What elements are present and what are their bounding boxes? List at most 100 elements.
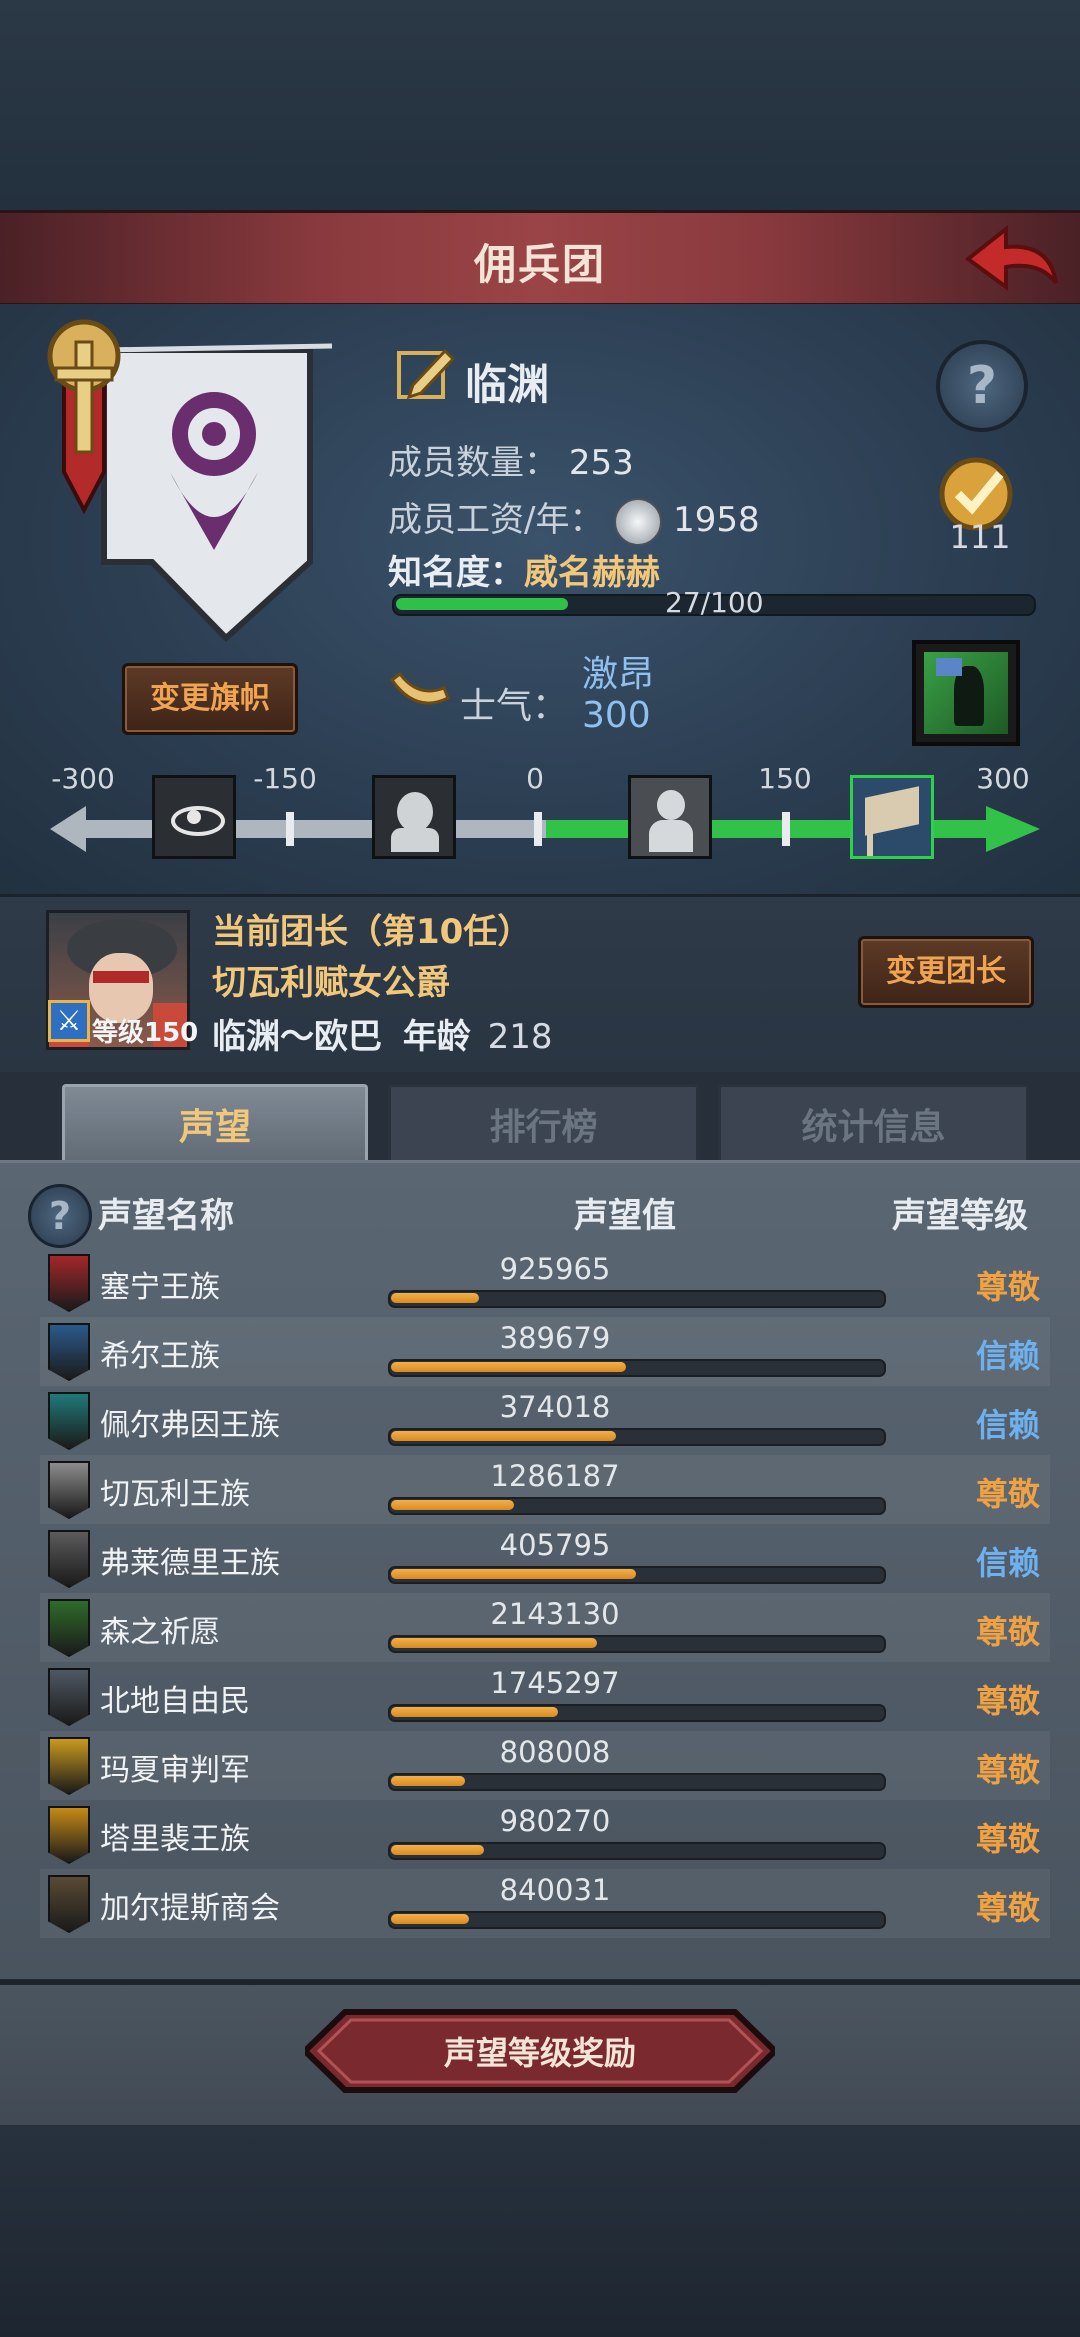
morale-state: 激昂: [582, 654, 655, 695]
table-row[interactable]: 切瓦利王族 1286187 尊敬: [40, 1455, 1050, 1524]
reputation-progress-bar: [388, 1773, 886, 1791]
change-banner-button[interactable]: 变更旗帜: [122, 663, 298, 735]
scale-label-neg150: -150: [253, 762, 317, 795]
header-reputation-level: 声望等级: [892, 1196, 1028, 1236]
crown-shield-icon: [48, 1806, 90, 1864]
scale-label-300: 300: [976, 762, 1030, 795]
reputation-value: 2143130: [490, 1597, 620, 1631]
salary-value: 1958: [673, 500, 760, 540]
reputation-name: 弗莱德里王族: [100, 1546, 280, 1581]
reputation-value: 808008: [499, 1735, 611, 1769]
page-title: 佣兵团: [473, 240, 606, 289]
table-row[interactable]: 玛夏审判军 808008 尊敬: [40, 1731, 1050, 1800]
scale-label-neg300: -300: [51, 762, 115, 795]
cross-shield-icon: [48, 1737, 90, 1795]
reputation-level: 尊敬: [975, 1475, 1040, 1513]
fame-progress-text: 27/100: [665, 586, 764, 619]
morale-label: 士气：: [460, 686, 569, 727]
tab-reputation[interactable]: 声望: [62, 1084, 368, 1169]
reputation-progress-bar: [388, 1497, 886, 1515]
reputation-help-icon[interactable]: ?: [28, 1184, 92, 1248]
tab-statistics[interactable]: 统计信息: [718, 1084, 1029, 1169]
leader-level: 等级150: [92, 1018, 199, 1048]
morale-value: 300: [582, 695, 651, 736]
morale-despair-icon[interactable]: [372, 775, 456, 859]
reputation-level: 信赖: [975, 1337, 1040, 1375]
blue-crest-icon: [48, 1323, 90, 1381]
reputation-name: 加尔提斯商会: [100, 1891, 280, 1926]
fame-label: 知名度：: [388, 553, 524, 593]
horn-icon: [389, 671, 450, 705]
table-row[interactable]: 弗莱德里王族 405795 信赖: [40, 1524, 1050, 1593]
reputation-progress-bar: [388, 1704, 886, 1722]
table-row[interactable]: 森之祈愿 2143130 尊敬: [40, 1593, 1050, 1662]
reputation-progress-bar: [388, 1842, 886, 1860]
edit-pencil-icon[interactable]: [395, 345, 455, 405]
reputation-level: 尊敬: [975, 1613, 1040, 1651]
tab-leaderboard[interactable]: 排行榜: [388, 1084, 699, 1169]
reputation-reward-button[interactable]: [305, 2008, 775, 2094]
leader-origin: 临渊～欧巴: [212, 1017, 382, 1057]
reputation-value: 925965: [499, 1252, 611, 1286]
salary-label: 成员工资/年：: [388, 500, 604, 540]
reputation-name: 佩尔弗因王族: [100, 1408, 280, 1443]
badge-count: 111: [949, 518, 1011, 556]
table-row[interactable]: 北地自由民 1745297 尊敬: [40, 1662, 1050, 1731]
reputation-level: 信赖: [975, 1544, 1040, 1582]
reputation-value: 840031: [499, 1873, 611, 1907]
reputation-progress-fill: [391, 1431, 616, 1441]
table-row[interactable]: 塞宁王族 925965 尊敬: [40, 1248, 1050, 1317]
bottom-background: [0, 2125, 1080, 2337]
change-leader-button[interactable]: 变更团长: [858, 936, 1034, 1008]
table-row[interactable]: 佩尔弗因王族 374018 信赖: [40, 1386, 1050, 1455]
leader-title: 当前团长（第10任）: [212, 912, 532, 952]
salary-stat: 成员工资/年： 1958: [388, 492, 760, 546]
morale-calm-icon[interactable]: [628, 775, 712, 859]
members-value: 253: [568, 443, 634, 483]
reputation-name: 北地自由民: [100, 1684, 250, 1719]
reputation-name: 切瓦利王族: [100, 1477, 250, 1512]
help-icon[interactable]: ?: [936, 340, 1028, 432]
reputation-progress-fill: [391, 1707, 558, 1717]
reputation-name: 希尔王族: [100, 1339, 220, 1374]
tree-icon: [48, 1599, 90, 1657]
silver-coin-icon: [614, 497, 663, 546]
reputation-progress-fill: [391, 1845, 484, 1855]
table-row[interactable]: 塔里裴王族 980270 尊敬: [40, 1800, 1050, 1869]
reputation-progress-fill: [391, 1500, 514, 1510]
morale-eye-icon[interactable]: [152, 775, 236, 859]
reputation-progress-fill: [391, 1776, 465, 1786]
top-background: [0, 0, 1080, 210]
reputation-progress-bar: [388, 1635, 886, 1653]
fame-progress-fill: [396, 598, 568, 610]
back-arrow-icon[interactable]: [962, 221, 1062, 297]
reputation-progress-bar: [388, 1566, 886, 1584]
table-row[interactable]: 加尔提斯商会 840031 尊敬: [40, 1869, 1050, 1938]
reputation-progress-bar: [388, 1428, 886, 1446]
scale-label-zero: 0: [526, 762, 544, 795]
reputation-name: 森之祈愿: [100, 1615, 220, 1650]
morale-inspired-icon[interactable]: [850, 775, 934, 859]
reputation-level: 尊敬: [975, 1682, 1040, 1720]
leader-origin-row: 临渊～欧巴 年龄 218: [212, 1009, 553, 1058]
header-reputation-value: 声望值: [574, 1196, 676, 1236]
reputation-progress-bar: [388, 1359, 886, 1377]
fame-stat: 知名度：威名赫赫: [388, 545, 660, 594]
reputation-value: 980270: [499, 1804, 611, 1838]
reputation-value: 1745297: [490, 1666, 620, 1700]
reputation-value: 1286187: [490, 1459, 620, 1493]
reputation-level: 尊敬: [975, 1889, 1040, 1927]
reputation-level: 尊敬: [975, 1268, 1040, 1306]
table-row[interactable]: 希尔王族 389679 信赖: [40, 1317, 1050, 1386]
reputation-level: 尊敬: [975, 1820, 1040, 1858]
axe-icon: [48, 1668, 90, 1726]
header-reputation-name: 声望名称: [98, 1196, 234, 1236]
reputation-progress-fill: [391, 1569, 636, 1579]
fame-value: 威名赫赫: [524, 553, 660, 593]
reputation-name: 塔里裴王族: [100, 1822, 250, 1857]
scale-label-150: 150: [758, 762, 812, 795]
reputation-name: 玛夏审判军: [100, 1753, 250, 1788]
red-banner-icon: [48, 1254, 90, 1312]
morale-effect-icon[interactable]: [912, 640, 1020, 746]
members-label: 成员数量：: [388, 443, 558, 483]
